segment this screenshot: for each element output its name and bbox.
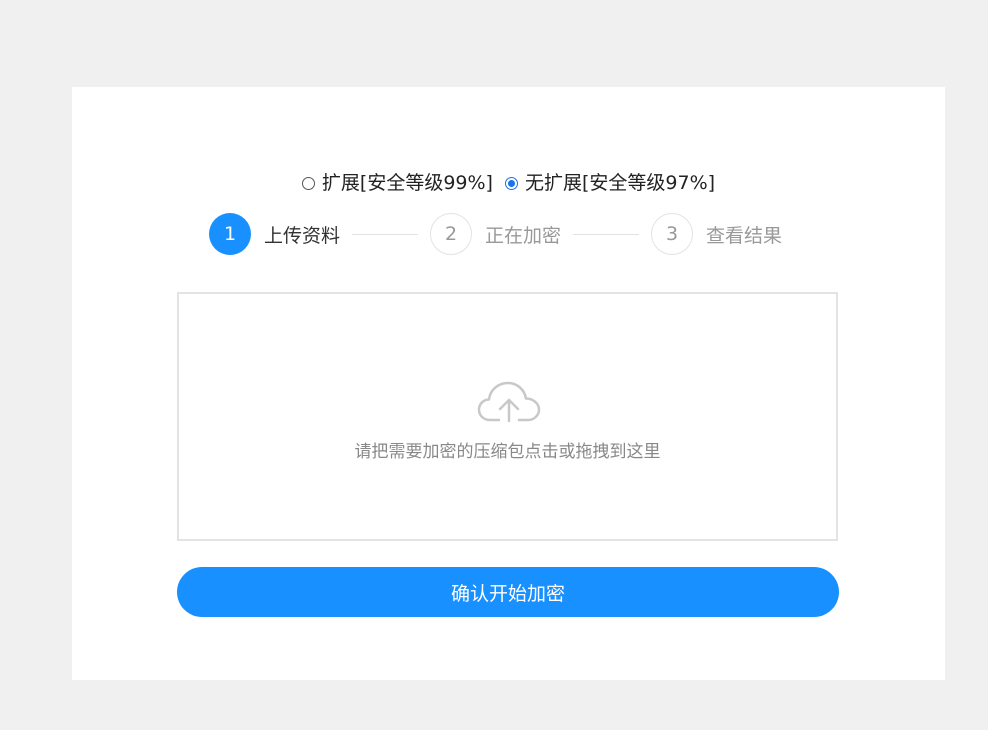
dropzone-hint-text: 请把需要加密的压缩包点击或拖拽到这里 <box>354 442 661 462</box>
step-upload: 1 上传资料 <box>209 213 340 255</box>
cloud-upload-icon <box>477 381 541 422</box>
mode-option-extended[interactable]: 扩展[安全等级99%] <box>301 171 493 195</box>
step-label-result: 查看结果 <box>706 224 783 247</box>
progress-steps: 1 上传资料 2 正在加密 3 查看结果 <box>209 213 782 255</box>
radio-extended[interactable] <box>301 176 315 190</box>
radio-no-extension[interactable] <box>505 176 519 190</box>
mode-label-no-extension: 无扩展[安全等级97%] <box>525 172 716 194</box>
step-number-1: 1 <box>209 213 251 255</box>
step-number-3: 3 <box>651 213 694 255</box>
step-label-encrypting: 正在加密 <box>485 224 562 247</box>
step-encrypting: 2 正在加密 <box>430 213 561 255</box>
mode-option-no-extension[interactable]: 无扩展[安全等级97%] <box>505 171 715 195</box>
mode-label-extended: 扩展[安全等级99%] <box>321 172 493 194</box>
step-connector <box>573 233 640 235</box>
upload-dropzone[interactable]: 请把需要加密的压缩包点击或拖拽到这里 <box>177 292 838 541</box>
confirm-encrypt-button[interactable]: 确认开始加密 <box>177 567 839 617</box>
encrypt-card: 扩展[安全等级99%] 无扩展[安全等级97%] 1 上传资料 2 正在加密 3… <box>72 87 945 680</box>
step-connector <box>352 233 419 235</box>
step-number-2: 2 <box>430 213 473 255</box>
step-result: 3 查看结果 <box>651 213 782 255</box>
encryption-mode-group: 扩展[安全等级99%] 无扩展[安全等级97%] <box>72 171 945 196</box>
step-label-upload: 上传资料 <box>264 224 341 247</box>
